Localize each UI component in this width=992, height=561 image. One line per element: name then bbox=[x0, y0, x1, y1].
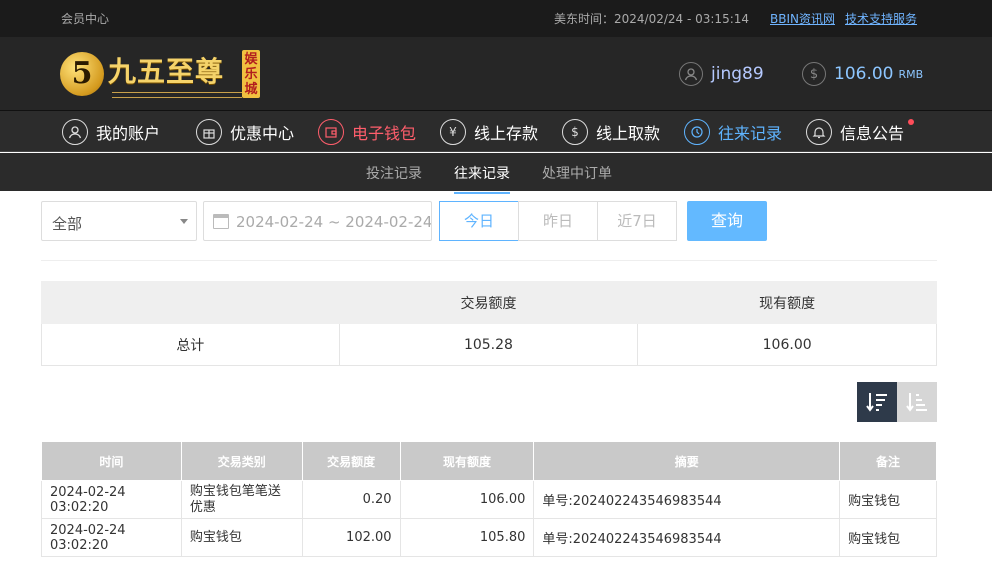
sort-asc-icon bbox=[906, 393, 927, 412]
sort-desc-icon bbox=[866, 393, 887, 412]
logo-tag: 娱乐城 bbox=[242, 50, 260, 98]
cell-note: 购宝钱包 bbox=[839, 518, 937, 557]
header: 5 九五至尊 娱乐城 jing89 $ 106.00 RMB bbox=[0, 37, 992, 111]
col-header-note: 备注 bbox=[839, 441, 937, 481]
main-nav: 我的账户 优惠中心 电子钱包 ¥ 线上存款 $ 线上取款 往来记录 信息公告 bbox=[0, 111, 992, 152]
sub-nav: 投注记录 往来记录 处理中订单 bbox=[0, 153, 992, 194]
balance-info[interactable]: $ 106.00 RMB bbox=[802, 62, 923, 86]
summary-current: 106.00 bbox=[637, 323, 937, 366]
date-range-input[interactable]: 2024-02-24 ~ 2024-02-24 bbox=[203, 201, 432, 241]
cell-time: 2024-02-24 03:02:20 bbox=[41, 480, 182, 519]
cell-summary: 单号:202402243546983544 bbox=[533, 518, 841, 557]
bbin-news-link[interactable]: BBIN资讯网 bbox=[770, 10, 835, 27]
divider bbox=[41, 260, 937, 261]
tech-support-link[interactable]: 技术支持服务 bbox=[845, 10, 917, 27]
type-select-value: 全部 bbox=[52, 215, 83, 233]
user-icon bbox=[62, 119, 88, 145]
sort-asc-button[interactable] bbox=[897, 382, 937, 422]
col-header-summary: 摘要 bbox=[533, 441, 841, 481]
withdraw-icon: $ bbox=[562, 119, 588, 145]
user-info[interactable]: jing89 bbox=[679, 62, 764, 86]
cell-summary: 单号:202402243546983544 bbox=[533, 480, 841, 519]
col-header-type: 交易类别 bbox=[180, 441, 303, 481]
records-icon bbox=[684, 119, 710, 145]
summary-table: 交易额度 现有额度 总计 105.28 106.00 bbox=[41, 281, 937, 366]
cell-current: 106.00 bbox=[399, 480, 535, 519]
balance-unit: RMB bbox=[898, 67, 924, 81]
records-header-row: 时间 交易类别 交易额度 现有额度 摘要 备注 bbox=[41, 441, 937, 481]
table-row: 2024-02-24 03:02:20 购宝钱包 102.00 105.80 单… bbox=[41, 518, 937, 557]
cell-current: 105.80 bbox=[399, 518, 535, 557]
cell-time: 2024-02-24 03:02:20 bbox=[41, 518, 182, 557]
notification-dot bbox=[908, 119, 915, 125]
nav-e-wallet[interactable]: 电子钱包 bbox=[318, 117, 416, 147]
wallet-icon bbox=[318, 119, 344, 145]
cell-type: 购宝钱包 bbox=[180, 518, 303, 557]
nav-deposit[interactable]: ¥ 线上存款 bbox=[440, 117, 538, 147]
balance-amount: 106.00 bbox=[834, 64, 894, 84]
nav-label: 线上存款 bbox=[474, 124, 539, 143]
gift-icon bbox=[196, 119, 222, 145]
user-icon bbox=[679, 62, 703, 86]
cell-note: 购宝钱包 bbox=[839, 480, 937, 519]
records-table: 时间 交易类别 交易额度 现有额度 摘要 备注 2024-02-24 03:02… bbox=[41, 441, 937, 557]
summary-header-amount: 交易额度 bbox=[338, 281, 639, 324]
col-header-current: 现有额度 bbox=[399, 441, 535, 481]
col-header-amount: 交易额度 bbox=[301, 441, 401, 481]
yesterday-button[interactable]: 昨日 bbox=[518, 201, 598, 241]
nav-promotions[interactable]: 优惠中心 bbox=[196, 117, 294, 147]
col-header-time: 时间 bbox=[41, 441, 182, 481]
dollar-icon: $ bbox=[802, 62, 826, 86]
top-strip: 会员中心 美东时间：2024/02/24 - 03:15:14 BBIN资讯网 … bbox=[0, 0, 992, 37]
nav-withdraw[interactable]: $ 线上取款 bbox=[562, 117, 660, 147]
nav-label: 我的账户 bbox=[96, 124, 161, 143]
summary-header-row: 交易额度 现有额度 bbox=[41, 281, 937, 324]
member-center-label: 会员中心 bbox=[61, 12, 110, 26]
logo-mark: 5 bbox=[60, 52, 104, 96]
table-row: 2024-02-24 03:02:20 购宝钱包笔笔送优惠 0.20 106.0… bbox=[41, 480, 937, 519]
username: jing89 bbox=[711, 64, 764, 84]
deposit-icon: ¥ bbox=[440, 119, 466, 145]
eastern-time: 美东时间：2024/02/24 - 03:15:14 bbox=[554, 12, 750, 26]
tab-bet-records[interactable]: 投注记录 bbox=[366, 163, 422, 183]
bell-icon bbox=[806, 119, 832, 145]
nav-label: 线上取款 bbox=[596, 124, 661, 143]
date-range-value: 2024-02-24 ~ 2024-02-24 bbox=[236, 213, 432, 231]
summary-total-label: 总计 bbox=[41, 323, 340, 366]
sort-desc-button[interactable] bbox=[857, 382, 897, 422]
nav-label: 信息公告 bbox=[840, 124, 905, 143]
query-button[interactable]: 查询 bbox=[687, 201, 767, 241]
summary-header-empty bbox=[41, 281, 340, 324]
nav-label: 优惠中心 bbox=[230, 124, 295, 143]
summary-row: 总计 105.28 106.00 bbox=[41, 323, 937, 366]
nav-records[interactable]: 往来记录 bbox=[684, 117, 782, 147]
nav-label: 往来记录 bbox=[718, 124, 783, 143]
today-button[interactable]: 今日 bbox=[439, 201, 519, 241]
site-logo[interactable]: 5 九五至尊 娱乐城 bbox=[60, 48, 270, 100]
last-7-days-button[interactable]: 近7日 bbox=[597, 201, 677, 241]
cell-amount: 102.00 bbox=[301, 518, 401, 557]
summary-amount: 105.28 bbox=[338, 323, 639, 366]
cell-type: 购宝钱包笔笔送优惠 bbox=[180, 480, 303, 519]
calendar-icon bbox=[213, 214, 229, 229]
type-select[interactable]: 全部 bbox=[41, 201, 197, 241]
tab-transaction-records[interactable]: 往来记录 bbox=[454, 163, 510, 194]
caret-down-icon bbox=[180, 219, 188, 224]
cell-amount: 0.20 bbox=[301, 480, 401, 519]
logo-text: 九五至尊 bbox=[108, 55, 225, 88]
logo-ornament bbox=[112, 92, 242, 98]
nav-announcements[interactable]: 信息公告 bbox=[806, 117, 915, 147]
nav-label: 电子钱包 bbox=[352, 124, 417, 143]
nav-my-account[interactable]: 我的账户 bbox=[62, 117, 160, 147]
tab-pending-orders[interactable]: 处理中订单 bbox=[542, 163, 612, 183]
summary-header-current: 现有额度 bbox=[637, 281, 937, 324]
